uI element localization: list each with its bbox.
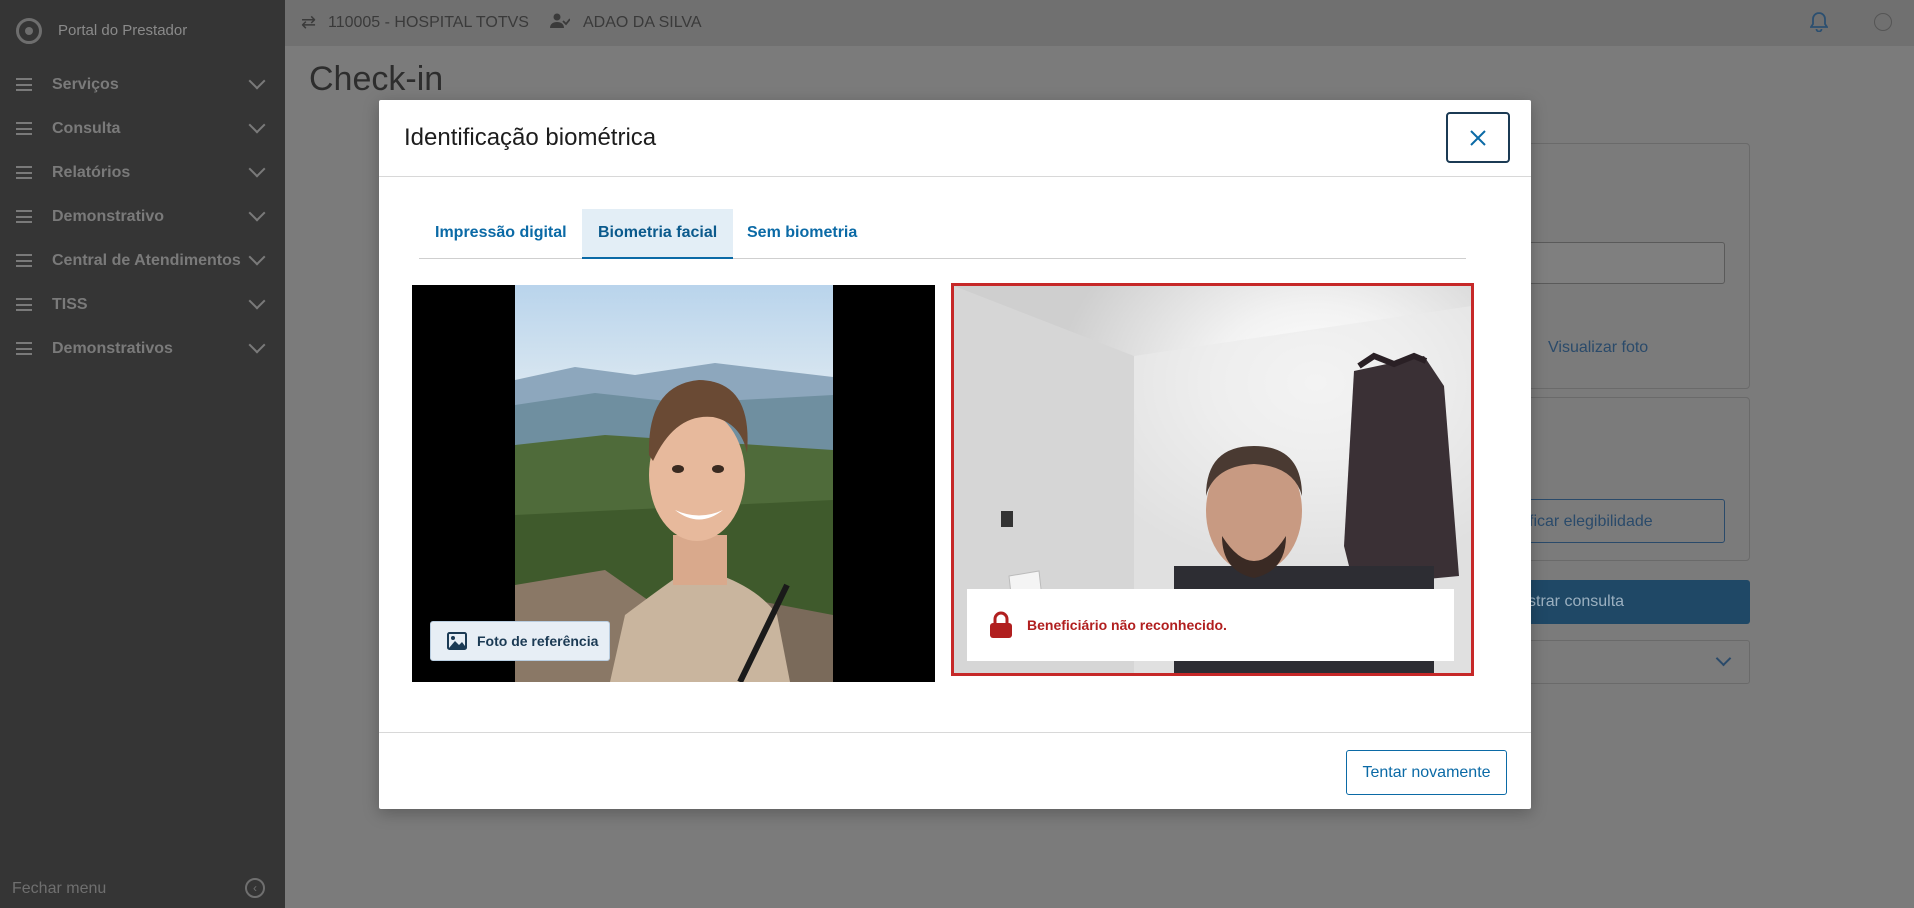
sidebar-item-tiss[interactable]: TISS [0, 283, 285, 327]
sidebar-item-label: TISS [52, 296, 88, 313]
sidebar-item-central-atendimentos[interactable]: Central de Atendimentos [0, 239, 285, 283]
retry-button[interactable]: Tentar novamente [1346, 750, 1507, 795]
chevron-down-icon [248, 248, 266, 266]
modal-title: Identificação biométrica [404, 124, 657, 151]
sidebar-item-demonstrativos[interactable]: Demonstrativos [0, 327, 285, 371]
registrar-consulta-button: strar consulta [1520, 580, 1750, 624]
recognition-alert-message: Beneficiário não reconhecido. [1027, 617, 1227, 633]
lock-icon [990, 611, 1012, 638]
visualizar-foto-link: Visualizar foto [1548, 339, 1649, 356]
close-icon [1470, 129, 1486, 146]
menu-icon [16, 210, 32, 223]
tab-biometria-facial[interactable]: Biometria facial [582, 209, 734, 259]
reference-photo-label: Foto de referência [477, 633, 599, 649]
chevron-down-icon [248, 160, 266, 178]
sidebar-item-label: Central de Atendimentos [52, 252, 241, 269]
close-menu-link[interactable]: Fechar menu [12, 880, 106, 898]
avatar[interactable] [1874, 13, 1892, 31]
recognition-alert: Beneficiário não reconhecido. [967, 589, 1454, 661]
sidebar-item-servicos[interactable]: Serviços [0, 63, 285, 107]
background-input [1520, 242, 1725, 284]
menu-icon [16, 166, 32, 179]
menu-icon [16, 254, 32, 267]
swap-icon[interactable]: ⇄ [301, 12, 316, 33]
collapse-menu-icon[interactable]: ‹ [245, 878, 265, 898]
chevron-down-icon [248, 72, 266, 90]
chevron-down-icon [248, 336, 266, 354]
user-switch-icon [550, 13, 571, 34]
app-logo-icon [16, 18, 42, 44]
modal-footer: Tentar novamente [379, 732, 1531, 809]
image-icon [447, 632, 467, 650]
tab-sem-biometria[interactable]: Sem biometria [731, 209, 873, 259]
sidebar-item-label: Demonstrativos [52, 340, 173, 357]
sidebar-item-relatorios[interactable]: Relatórios [0, 151, 285, 195]
chevron-down-icon [248, 204, 266, 222]
user-name[interactable]: ADAO DA SILVA [583, 14, 702, 32]
biometric-identification-modal: Identificação biométrica Impressão digit… [379, 100, 1531, 809]
reference-photo-panel: Foto de referência [412, 285, 935, 682]
chevron-down-icon [248, 292, 266, 310]
biometric-tabs: Impressão digital Biometria facial Sem b… [419, 209, 1466, 259]
close-button[interactable] [1446, 112, 1510, 163]
bell-icon[interactable] [1809, 12, 1829, 37]
menu-icon [16, 298, 32, 311]
sidebar-item-label: Relatórios [52, 164, 131, 181]
page-title: Check-in [309, 60, 444, 98]
reference-photo-badge[interactable]: Foto de referência [430, 621, 610, 661]
tab-impressao-digital[interactable]: Impressão digital [419, 209, 583, 259]
chevron-down-icon [1715, 650, 1732, 667]
verificar-elegibilidade-button: ficar elegibilidade [1520, 499, 1725, 543]
menu-icon [16, 122, 32, 135]
modal-header: Identificação biométrica [379, 100, 1531, 177]
sidebar-item-label: Demonstrativo [52, 208, 165, 225]
sidebar: Portal do Prestador Serviços Consulta Re… [0, 0, 285, 908]
chevron-down-icon [248, 116, 266, 134]
menu-icon [16, 78, 32, 91]
sidebar-item-demonstrativo[interactable]: Demonstrativo [0, 195, 285, 239]
sidebar-item-consulta[interactable]: Consulta [0, 107, 285, 151]
sidebar-menu: Serviços Consulta Relatórios Demonstrati… [0, 63, 285, 371]
background-select [1520, 640, 1750, 684]
sidebar-item-label: Consulta [52, 120, 121, 137]
menu-icon [16, 342, 32, 355]
topbar: ⇄ 110005 - HOSPITAL TOTVS ADAO DA SILVA [285, 0, 1914, 46]
camera-capture-panel: Beneficiário não reconhecido. [951, 283, 1474, 676]
hospital-selector[interactable]: 110005 - HOSPITAL TOTVS [328, 14, 529, 32]
sidebar-item-label: Serviços [52, 76, 119, 93]
app-title: Portal do Prestador [58, 22, 188, 39]
